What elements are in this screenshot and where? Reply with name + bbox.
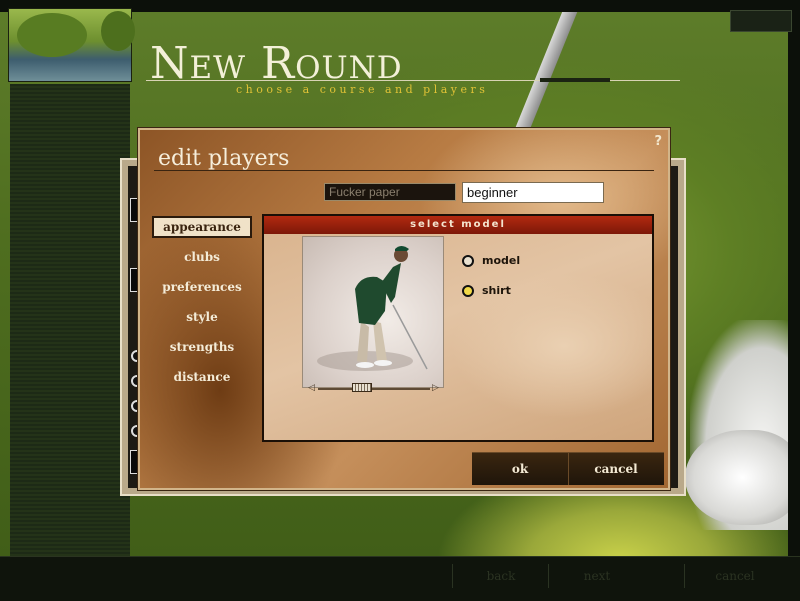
golf-shoe-toe-decoration bbox=[685, 430, 800, 525]
app-title: New Round bbox=[150, 38, 403, 89]
select-model-panel: select model ◁ ▷ model shirt bbox=[262, 214, 654, 442]
title-divider-mark bbox=[540, 78, 610, 82]
panel-header: select model bbox=[264, 216, 652, 234]
model-slider[interactable]: ◁ ▷ bbox=[308, 383, 440, 393]
back-button[interactable]: back bbox=[452, 564, 549, 588]
tree-shape bbox=[17, 13, 87, 57]
skill-level-field[interactable]: beginner bbox=[462, 182, 604, 203]
dialog-title: edit players bbox=[158, 146, 290, 171]
ok-button[interactable]: ok bbox=[472, 453, 569, 485]
bottom-cancel-button[interactable]: cancel bbox=[684, 564, 785, 588]
menu-item-distance[interactable]: distance bbox=[152, 366, 252, 388]
course-photo-thumbnail bbox=[8, 8, 135, 82]
player-name-field[interactable]: Fucker paper bbox=[324, 183, 456, 201]
right-border bbox=[788, 0, 800, 600]
window-controls[interactable] bbox=[730, 10, 792, 32]
slider-right-arrow-icon[interactable]: ▷ bbox=[432, 383, 439, 393]
next-button[interactable]: next bbox=[548, 564, 645, 588]
radio-selected-icon bbox=[462, 285, 474, 297]
cancel-button[interactable]: cancel bbox=[568, 453, 664, 485]
bottom-nav-buttons: back next cancel bbox=[452, 564, 788, 588]
menu-item-preferences[interactable]: preferences bbox=[152, 276, 252, 298]
menu-item-clubs[interactable]: clubs bbox=[152, 246, 252, 268]
menu-item-appearance[interactable]: appearance bbox=[152, 216, 252, 238]
option-shirt-label: shirt bbox=[482, 284, 511, 297]
radio-icon bbox=[462, 255, 474, 267]
golfer-model-preview bbox=[302, 236, 444, 388]
dialog-title-divider bbox=[154, 170, 654, 171]
option-model[interactable]: model bbox=[462, 254, 520, 270]
app-subtitle: choose a course and players bbox=[236, 83, 489, 96]
help-button[interactable]: ? bbox=[654, 134, 662, 149]
option-model-label: model bbox=[482, 254, 521, 267]
tree-shape bbox=[101, 11, 135, 51]
edit-players-menu: appearance clubs preferences style stren… bbox=[152, 216, 264, 396]
left-side-panel bbox=[10, 84, 130, 558]
slider-left-arrow-icon[interactable]: ◁ bbox=[308, 383, 315, 393]
menu-item-style[interactable]: style bbox=[152, 306, 252, 328]
option-shirt[interactable]: shirt bbox=[462, 284, 511, 300]
slider-handle[interactable] bbox=[352, 383, 372, 392]
dialog-button-bar: ok cancel bbox=[472, 452, 664, 485]
edit-players-dialog: edit players ? Fucker paper beginner app… bbox=[138, 128, 670, 490]
slider-track-line bbox=[318, 388, 430, 390]
golfer-figure-icon bbox=[317, 246, 428, 371]
menu-item-strengths[interactable]: strengths bbox=[152, 336, 252, 358]
